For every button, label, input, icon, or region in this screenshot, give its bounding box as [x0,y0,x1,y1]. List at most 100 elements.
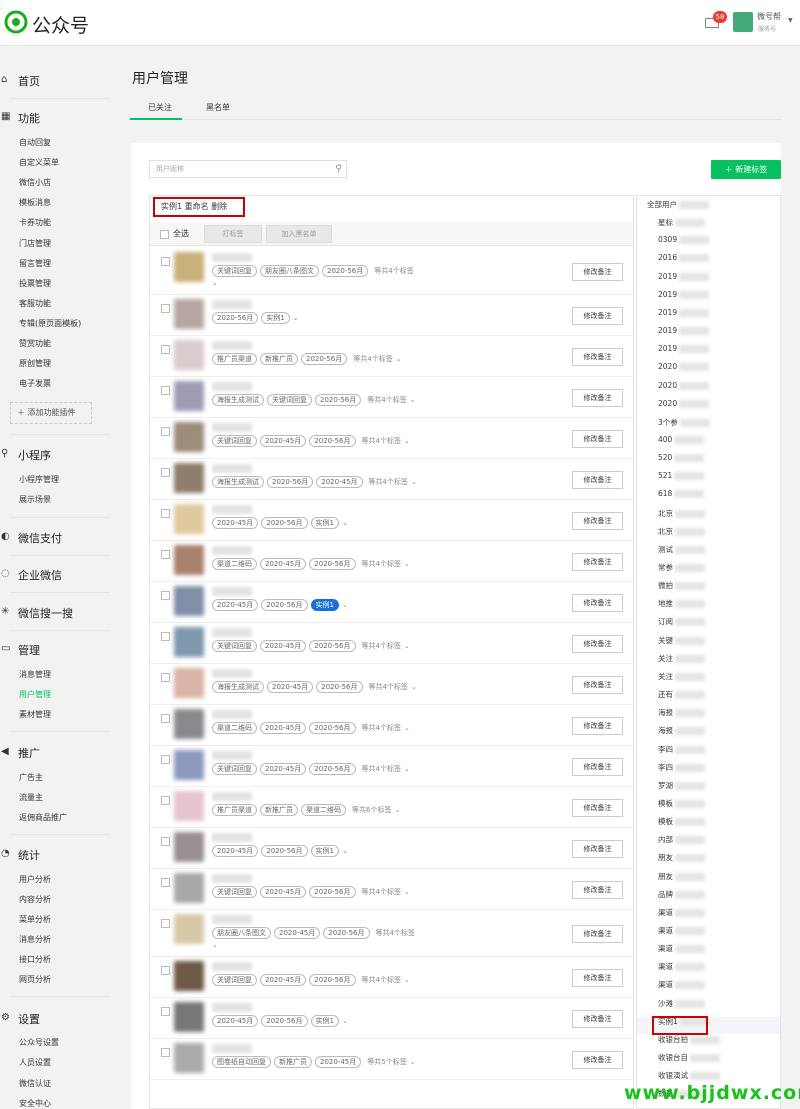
tag-list-item[interactable]: 渠道 [658,925,705,936]
user-avatar[interactable] [174,832,204,862]
tag-list-item[interactable]: 2020 [658,381,710,390]
chevron-down-icon[interactable]: ⌄ [404,560,410,568]
tag-count[interactable]: 等共4个标签 [362,641,401,651]
tag-count[interactable]: 等共4个标签 [362,723,401,733]
tag-chip[interactable]: 关键词回复 [212,640,257,652]
chevron-down-icon[interactable]: ⌄ [404,976,410,984]
user-nickname[interactable] [212,300,252,309]
user-nickname[interactable] [212,423,252,432]
tag-list-item[interactable]: 收银演试 [658,1070,720,1081]
tag-list-item[interactable]: 521 [658,471,705,481]
sidebar-promote-item[interactable]: 广告主 [19,772,43,783]
tag-chip[interactable]: 2020-45月 [260,763,307,775]
tag-chip[interactable]: 朋友圈八条图文 [212,927,271,939]
tag-chip[interactable]: 2020-45月 [212,1015,259,1027]
tag-chip[interactable]: 2020-56月 [261,599,308,611]
chevron-down-icon[interactable]: ⌄ [404,437,410,445]
tag-list-item[interactable]: 沙滩 [658,998,705,1009]
user-avatar[interactable] [174,668,204,698]
tag-chip[interactable]: 2020-45月 [260,640,307,652]
edit-remark-button[interactable]: 修改备注 [572,676,623,694]
row-checkbox[interactable] [161,550,170,559]
chevron-down-icon[interactable]: ⌄ [410,1058,416,1066]
user-nickname[interactable] [212,546,252,555]
tag-chip[interactable]: 2020-45月 [260,974,307,986]
tag-list-item[interactable]: 2019 [658,308,710,317]
tag-list-item[interactable]: 3个参 [658,417,710,428]
row-checkbox[interactable] [161,755,170,764]
row-checkbox[interactable] [161,257,170,266]
row-checkbox[interactable] [161,509,170,518]
tag-chip[interactable]: 新推广员 [260,353,298,365]
user-nickname[interactable] [212,751,252,760]
edit-remark-button[interactable]: 修改备注 [572,512,623,530]
tag-chip[interactable]: 朋友圈八条图文 [260,265,319,277]
tag-chip[interactable]: 关键词回复 [212,435,257,447]
user-avatar[interactable] [174,545,204,575]
tag-list-item[interactable]: 收银台拍 [658,1034,720,1045]
sidebar-stats-item[interactable]: 消息分析 [19,934,51,945]
user-nickname[interactable] [212,833,252,842]
sidebar-feature-item[interactable]: 专辑(原页面模板) [19,318,81,329]
edit-remark-button[interactable]: 修改备注 [572,717,623,735]
chevron-down-icon[interactable]: ⌄ [404,642,410,650]
tag-chip[interactable]: 2020-56月 [309,722,356,734]
tag-count[interactable]: 等共4个标签 [369,477,408,487]
chevron-down-icon[interactable]: ⌄ [293,314,299,322]
tag-count[interactable]: 等共4个标签 [362,436,401,446]
tag-list-item[interactable]: 收银台自 [658,1052,720,1063]
row-checkbox[interactable] [161,345,170,354]
row-checkbox[interactable] [161,632,170,641]
tag-chip[interactable]: 2020-45月 [267,681,314,693]
row-checkbox[interactable] [161,386,170,395]
edit-remark-button[interactable]: 修改备注 [572,553,623,571]
tag-list-item[interactable]: 渠道 [658,979,705,990]
user-avatar[interactable] [174,961,204,991]
sidebar-feature-item[interactable]: 自定义菜单 [19,157,59,168]
tag-count[interactable]: 等共6个标签 [352,805,391,815]
user-nickname[interactable] [212,253,252,262]
avatar[interactable] [733,12,753,32]
tag-list-item[interactable]: 0309 [658,235,710,245]
tag-list-item[interactable]: 渠道 [658,907,705,918]
sidebar-settings-item[interactable]: 微信认证 [19,1078,51,1089]
tag-chip[interactable]: 2020-45月 [274,927,321,939]
tag-chip[interactable]: 2020-56月 [309,974,356,986]
tag-count[interactable]: 等共4个标签 [362,559,401,569]
add-plugin-button[interactable]: ＋ 添加功能插件 [10,402,92,424]
tag-chip[interactable]: 关键词回复 [212,974,257,986]
tag-chip[interactable]: 实例1 [310,845,339,857]
sidebar-promote-item[interactable]: 返佣商品推广 [19,812,67,823]
tag-chip[interactable]: 实例1 [310,599,339,611]
user-avatar[interactable] [174,873,204,903]
user-nickname[interactable] [212,382,252,391]
sidebar-feature-item[interactable]: 留言管理 [19,258,51,269]
tag-count[interactable]: 等共4个标签 [374,266,413,276]
row-checkbox[interactable] [161,919,170,928]
sidebar-stats-item[interactable]: 菜单分析 [19,914,51,925]
user-nickname[interactable] [212,710,252,719]
user-avatar[interactable] [174,252,204,282]
tag-list-item[interactable]: 关注 [658,653,705,664]
tag-chip[interactable]: 渠道二维码 [212,558,257,570]
user-nickname[interactable] [212,1003,252,1012]
edit-remark-button[interactable]: 修改备注 [572,307,623,325]
tag-chip[interactable]: 关键词回复 [212,265,257,277]
tag-list-item[interactable]: 2019 [658,272,710,281]
tag-list-item[interactable]: 星标 [658,217,705,228]
sidebar-feature-item[interactable]: 模板消息 [19,197,51,208]
user-nickname[interactable] [212,669,252,678]
tag-chip[interactable]: 2020-56月 [309,640,356,652]
tag-chip[interactable]: 推广员渠道 [212,804,257,816]
user-nickname[interactable] [212,962,252,971]
tag-chip[interactable]: 2020-45月 [260,558,307,570]
tag-chip[interactable]: 2020-45月 [212,845,259,857]
row-checkbox[interactable] [161,673,170,682]
tag-list-item[interactable]: 2019 [658,326,710,336]
tag-list-item[interactable]: 2020 [658,362,710,372]
sidebar-feature-item[interactable]: 自动回复 [19,137,51,148]
tag-list-item[interactable]: 品牌 [658,889,705,900]
tag-list-item[interactable]: 520 [658,453,705,463]
select-all-checkbox[interactable] [160,230,169,239]
tag-chip[interactable]: 关键词回复 [212,763,257,775]
